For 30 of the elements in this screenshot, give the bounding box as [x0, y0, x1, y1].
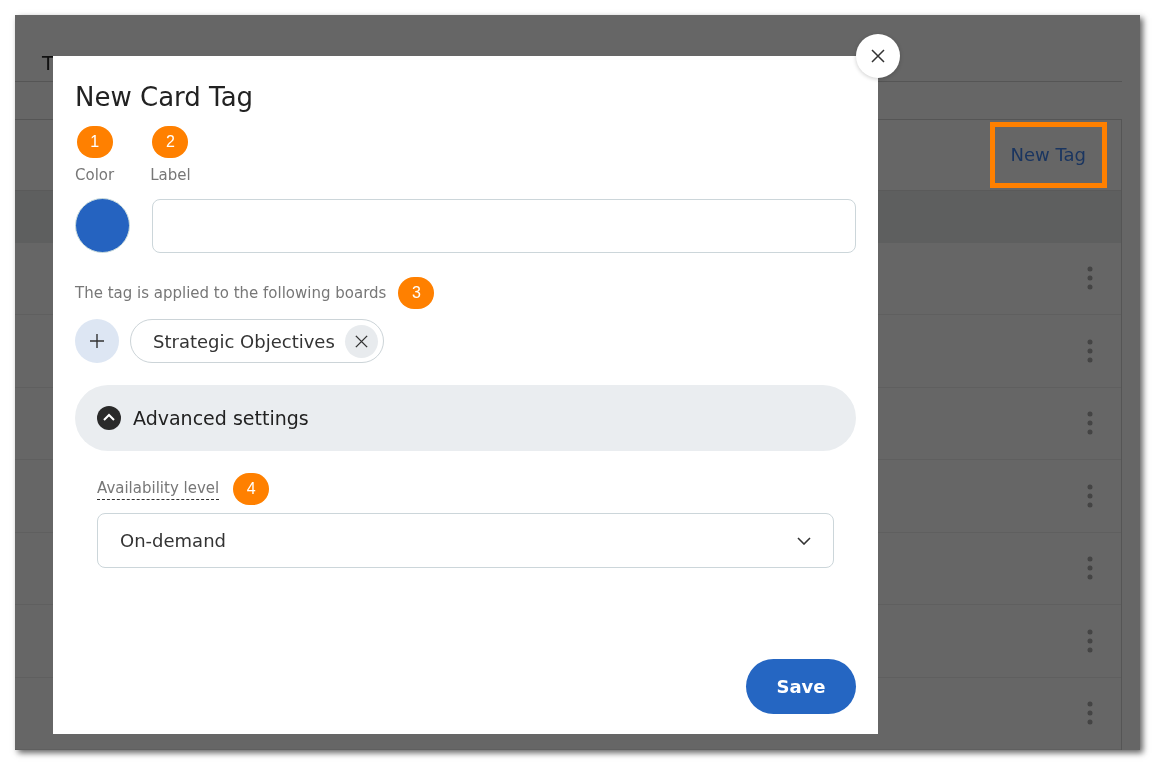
remove-board-button[interactable] — [344, 324, 378, 358]
more-icon[interactable] — [1087, 701, 1093, 726]
dialog-title: New Card Tag — [75, 82, 255, 112]
page-title: T — [42, 50, 55, 75]
close-icon — [353, 333, 369, 349]
advanced-settings-toggle[interactable]: Advanced settings — [75, 385, 856, 451]
boards-label: The tag is applied to the following boards — [75, 284, 387, 302]
board-name: Strategic Objectives — [153, 330, 335, 352]
more-icon[interactable] — [1087, 411, 1093, 436]
availability-label: Availability level — [97, 478, 220, 500]
more-icon[interactable] — [1087, 628, 1093, 653]
close-button[interactable] — [856, 34, 900, 78]
step-badge: 4 — [233, 473, 270, 505]
availability-select[interactable]: On-demand — [97, 513, 834, 568]
more-icon[interactable] — [1087, 338, 1093, 363]
field-label: Color — [75, 166, 115, 184]
step-badge: 2 — [152, 126, 189, 158]
chevron-down-icon — [797, 536, 811, 545]
save-button[interactable]: Save — [746, 659, 856, 714]
step-badge: 3 — [398, 277, 435, 309]
plus-icon — [89, 333, 105, 349]
add-board-button[interactable] — [75, 319, 119, 363]
more-icon[interactable] — [1087, 483, 1093, 508]
step-badge: 1 — [76, 126, 113, 158]
field-label: Label — [150, 166, 191, 184]
more-icon[interactable] — [1087, 266, 1093, 291]
chevron-icon — [97, 406, 121, 430]
close-icon — [870, 48, 886, 64]
more-icon[interactable] — [1087, 556, 1093, 581]
label-input[interactable] — [152, 198, 856, 253]
